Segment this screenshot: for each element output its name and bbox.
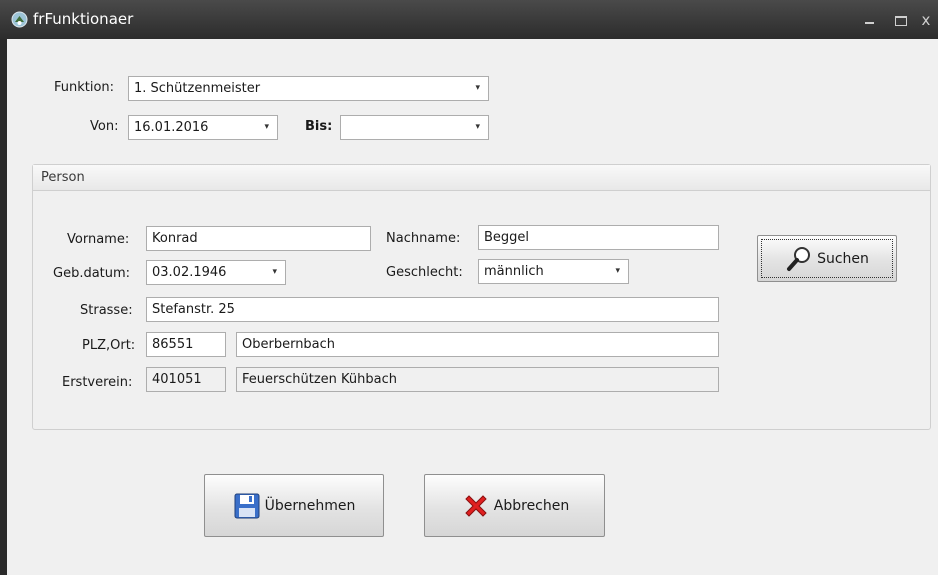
search-button-content: Suchen (758, 236, 896, 281)
minimize-button[interactable] (860, 10, 880, 30)
window-left-edge (0, 39, 7, 575)
plz-ort-label: PLZ,Ort: (82, 338, 136, 353)
ok-button[interactable]: Übernehmen (204, 474, 384, 537)
geschlecht-value: männlich (484, 264, 544, 279)
search-button-label: Suchen (817, 250, 869, 267)
vorname-field[interactable]: Konrad (146, 226, 371, 251)
magnifier-icon (785, 245, 813, 273)
erstverein-label: Erstverein: (62, 375, 133, 390)
nachname-label: Nachname: (386, 231, 461, 246)
red-x-icon (460, 490, 492, 522)
funktion-select[interactable]: 1. Schützenmeister ▾ (128, 76, 489, 101)
ort-field[interactable]: Oberbernbach (236, 332, 719, 357)
nachname-field[interactable]: Beggel (478, 225, 719, 250)
cancel-button[interactable]: Abbrechen (424, 474, 605, 537)
window-title: frFunktionaer (33, 10, 134, 28)
geburtsdatum-label: Geb.datum: (53, 266, 131, 281)
app-window: frFunktionaer x Funktion: 1. Schützenmei… (0, 0, 938, 575)
vorname-label: Vorname: (67, 232, 130, 247)
chevron-down-icon: ▾ (615, 266, 620, 276)
search-button[interactable]: Suchen (757, 235, 897, 282)
strasse-label: Strasse: (80, 303, 133, 318)
ok-button-content: Übernehmen (205, 475, 383, 536)
geburtsdatum-value: 03.02.1946 (152, 265, 227, 280)
chevron-down-icon: ▾ (475, 83, 480, 93)
chevron-down-icon: ▾ (475, 122, 480, 132)
plz-field[interactable]: 86551 (146, 332, 226, 357)
maximize-button[interactable] (890, 10, 910, 30)
bis-label: Bis: (305, 119, 333, 134)
erstverein-number-field: 401051 (146, 367, 226, 392)
title-bar: frFunktionaer x (0, 0, 938, 39)
geschlecht-select[interactable]: männlich ▾ (478, 259, 629, 284)
ok-button-label: Übernehmen (264, 497, 356, 514)
funktion-label: Funktion: (54, 80, 115, 95)
erstverein-name-field: Feuerschützen Kühbach (236, 367, 719, 392)
shield-icon (11, 11, 28, 28)
chevron-down-icon: ▾ (264, 122, 269, 132)
von-label: Von: (90, 119, 119, 134)
von-value: 16.01.2016 (134, 120, 209, 135)
funktion-value: 1. Schützenmeister (134, 81, 261, 96)
geburtsdatum-date-picker[interactable]: 03.02.1946 ▾ (146, 260, 286, 285)
minimize-icon (865, 22, 874, 24)
chevron-down-icon: ▾ (272, 267, 277, 277)
person-group-title: Person (33, 165, 930, 191)
bis-date-picker[interactable]: ▾ (340, 115, 489, 140)
floppy-disk-icon (233, 492, 261, 520)
cancel-button-label: Abbrechen (493, 497, 570, 514)
strasse-field[interactable]: Stefanstr. 25 (146, 297, 719, 322)
geschlecht-label: Geschlecht: (386, 265, 463, 280)
cancel-button-content: Abbrechen (425, 475, 604, 536)
von-date-picker[interactable]: 16.01.2016 ▾ (128, 115, 278, 140)
maximize-icon (895, 16, 907, 26)
close-button[interactable]: x (916, 10, 936, 30)
